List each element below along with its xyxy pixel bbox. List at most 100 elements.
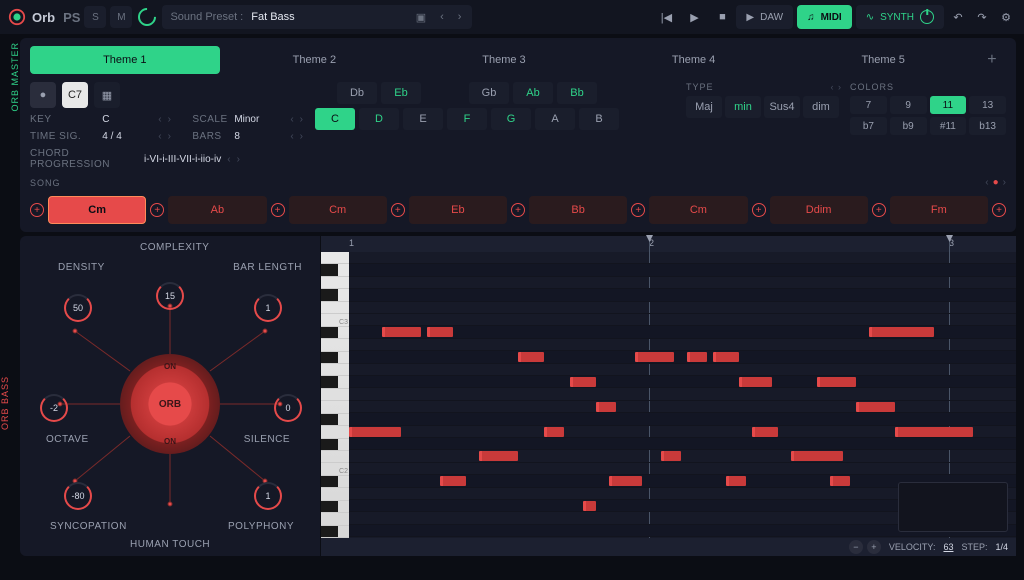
save-preset-icon[interactable]: ▣ xyxy=(413,11,429,24)
chord-slot-4[interactable]: Bb xyxy=(529,196,627,224)
chord-slot-1[interactable]: Ab xyxy=(168,196,266,224)
midi-note[interactable] xyxy=(856,402,895,412)
chord-slot-2[interactable]: Cm xyxy=(289,196,387,224)
polyphony-knob[interactable]: 1 xyxy=(254,482,282,510)
midi-note[interactable] xyxy=(830,476,850,486)
note-Db[interactable]: Db xyxy=(337,82,377,104)
song-next[interactable]: › xyxy=(1003,177,1006,188)
midi-note[interactable] xyxy=(570,377,596,387)
note-A[interactable]: A xyxy=(535,108,575,130)
add-chord-1[interactable]: + xyxy=(150,203,164,217)
settings-icon[interactable]: ⚙ xyxy=(996,7,1016,27)
midi-note[interactable] xyxy=(427,327,453,337)
add-chord-6[interactable]: + xyxy=(752,203,766,217)
theme-tab-3[interactable]: Theme 3 xyxy=(409,46,599,74)
undo-button[interactable]: ↶ xyxy=(948,7,968,27)
scale-next[interactable]: › xyxy=(298,114,305,125)
piano-key[interactable] xyxy=(321,376,349,388)
piano-key[interactable] xyxy=(321,513,349,525)
piano-key[interactable] xyxy=(321,476,349,488)
mute-button[interactable]: M xyxy=(110,6,132,28)
note-G[interactable]: G xyxy=(491,108,531,130)
piano-key[interactable] xyxy=(321,289,349,301)
color-b13[interactable]: b13 xyxy=(969,117,1006,135)
minimap[interactable] xyxy=(898,482,1008,532)
solo-button[interactable]: S xyxy=(84,6,106,28)
piano-key[interactable] xyxy=(321,488,349,500)
record-button[interactable]: ● xyxy=(30,82,56,108)
key-prev[interactable]: ‹ xyxy=(156,114,163,125)
scale-value[interactable]: Minor xyxy=(234,114,284,125)
chord-tool-button[interactable]: C7 xyxy=(62,82,88,108)
midi-note[interactable] xyxy=(382,327,421,337)
theme-tab-4[interactable]: Theme 4 xyxy=(599,46,789,74)
stop-button[interactable]: ■ xyxy=(712,7,732,27)
orb-center-button[interactable]: ON ORB ON xyxy=(120,354,220,454)
add-chord-0[interactable]: + xyxy=(30,203,44,217)
grid-tool-button[interactable]: ▦ xyxy=(94,82,120,108)
silence-knob[interactable]: 0 xyxy=(274,394,302,422)
midi-note[interactable] xyxy=(687,352,707,362)
key-next[interactable]: › xyxy=(166,114,173,125)
theme-tab-1[interactable]: Theme 1 xyxy=(30,46,220,74)
note-Ab[interactable]: Ab xyxy=(513,82,553,104)
piano-key[interactable] xyxy=(321,364,349,376)
octave-knob[interactable]: -2 xyxy=(40,394,68,422)
piano-key[interactable] xyxy=(321,501,349,513)
rewind-button[interactable]: |◀ xyxy=(656,7,676,27)
midi-note[interactable] xyxy=(713,352,739,362)
song-rec-icon[interactable]: ● xyxy=(993,177,999,188)
piano-key[interactable] xyxy=(321,252,349,264)
note-E[interactable]: E xyxy=(403,108,443,130)
gain-knob[interactable] xyxy=(136,6,158,28)
syncopation-knob[interactable]: -80 xyxy=(64,482,92,510)
midi-note[interactable] xyxy=(752,427,778,437)
chord-progression-value[interactable]: i-VI-i-III-VII-i-iio-iv xyxy=(144,154,221,165)
midi-note[interactable] xyxy=(609,476,642,486)
piano-key[interactable] xyxy=(321,526,349,538)
chord-slot-7[interactable]: Fm xyxy=(890,196,988,224)
note-D[interactable]: D xyxy=(359,108,399,130)
midi-note[interactable] xyxy=(349,427,401,437)
type-dim[interactable]: dim xyxy=(803,96,839,118)
theme-tab-2[interactable]: Theme 2 xyxy=(220,46,410,74)
piano-key[interactable] xyxy=(321,264,349,276)
midi-note[interactable] xyxy=(440,476,466,486)
type-min[interactable]: min xyxy=(725,96,761,118)
piano-key[interactable] xyxy=(321,426,349,438)
midi-note[interactable] xyxy=(596,402,616,412)
midi-note[interactable] xyxy=(583,501,596,511)
daw-button[interactable]: ▶ DAW xyxy=(736,5,793,29)
add-chord-4[interactable]: + xyxy=(511,203,525,217)
add-chord-3[interactable]: + xyxy=(391,203,405,217)
note-B[interactable]: B xyxy=(579,108,619,130)
density-knob[interactable]: 50 xyxy=(64,294,92,322)
piano-key[interactable] xyxy=(321,327,349,339)
piano-key[interactable]: C2 xyxy=(321,463,349,475)
zoom-out-button[interactable]: − xyxy=(849,540,863,554)
midi-note[interactable] xyxy=(518,352,544,362)
note-Bb[interactable]: Bb xyxy=(557,82,597,104)
chord-slot-5[interactable]: Cm xyxy=(649,196,747,224)
note-C[interactable]: C xyxy=(315,108,355,130)
key-value[interactable]: C xyxy=(102,114,152,125)
add-theme-button[interactable]: + xyxy=(978,46,1006,74)
color-9[interactable]: 9 xyxy=(890,96,927,114)
chord-slot-6[interactable]: Ddim xyxy=(770,196,868,224)
midi-note[interactable] xyxy=(661,451,681,461)
preset-next-icon[interactable]: › xyxy=(455,11,465,23)
piano-key[interactable] xyxy=(321,414,349,426)
add-chord-7[interactable]: + xyxy=(872,203,886,217)
color-11[interactable]: 11 xyxy=(930,96,967,114)
add-chord-8[interactable]: + xyxy=(992,203,1006,217)
piano-key[interactable] xyxy=(321,401,349,413)
song-prev[interactable]: ‹ xyxy=(985,177,988,188)
preset-prev-icon[interactable]: ‹ xyxy=(437,11,447,23)
piano-key[interactable] xyxy=(321,277,349,289)
add-chord-2[interactable]: + xyxy=(271,203,285,217)
note-Eb[interactable]: Eb xyxy=(381,82,421,104)
color-#11[interactable]: #11 xyxy=(930,117,967,135)
piano-key[interactable] xyxy=(321,339,349,351)
chord-slot-0[interactable]: Cm xyxy=(48,196,146,224)
theme-tab-5[interactable]: Theme 5 xyxy=(788,46,978,74)
